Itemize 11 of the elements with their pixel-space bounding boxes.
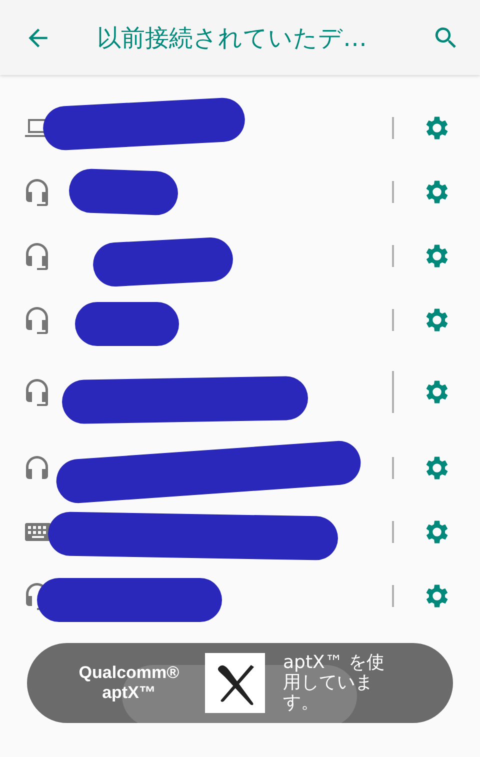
toast-message: aptX™ を使用しています。 xyxy=(283,653,386,713)
headset-icon xyxy=(24,377,50,407)
keyboard-icon xyxy=(24,522,52,542)
headset-icon xyxy=(24,305,50,335)
x-logo-icon xyxy=(205,653,265,713)
headphones-icon xyxy=(24,454,50,482)
screen-title: 以前接続されていたデ… xyxy=(97,22,368,54)
headset-icon xyxy=(24,241,50,271)
brand-name: Qualcomm® xyxy=(78,663,180,683)
brand-name: aptX™ xyxy=(102,683,156,703)
headset-icon xyxy=(24,177,50,207)
